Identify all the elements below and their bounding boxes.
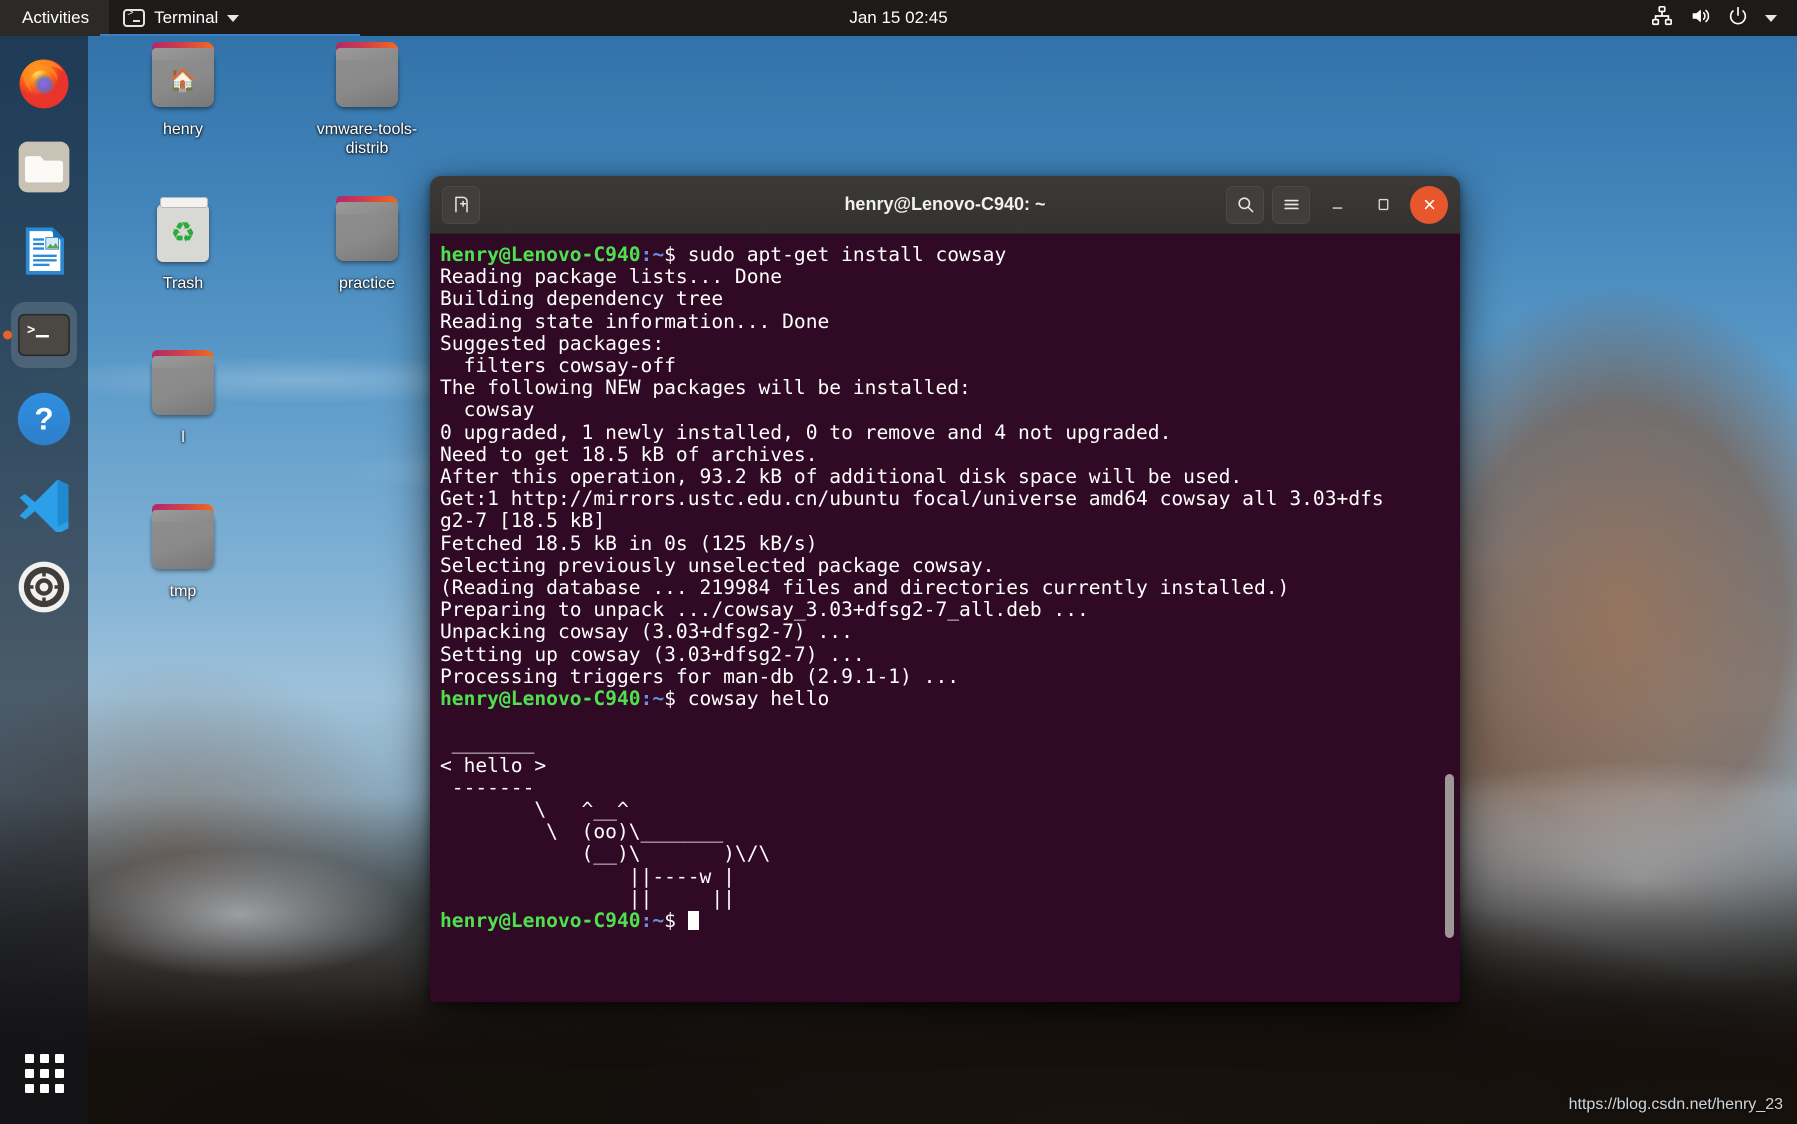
dock-item-help[interactable]: ? [11,386,77,452]
volume-icon[interactable] [1689,5,1711,32]
maximize-icon [1378,198,1388,211]
prompt-user-host: henry@Lenovo-C940 [440,243,641,266]
desktop-icon-trash[interactable]: ♻ Trash [124,196,242,293]
desktop-icon-vmware-tools-distrib[interactable]: vmware-tools-distrib [308,42,426,158]
desktop-icon-label: tmp [169,583,197,600]
terminal-scrollbar-track[interactable] [1442,234,1458,1002]
desktop-icon-l[interactable]: l [124,350,242,447]
top-panel: Activities Terminal Jan 15 02:45 [0,0,1797,36]
activities-button[interactable]: Activities [0,0,110,36]
search-icon [1237,197,1253,213]
svg-text:?: ? [34,401,53,437]
desktop-icon-henry[interactable]: 🏠 henry [124,42,242,139]
firefox-icon [19,59,69,109]
desktop-icon-label: henry [162,121,204,138]
folder-icon [308,196,426,270]
menu-button[interactable] [1272,185,1310,224]
app-grid-icon [24,1053,64,1093]
gear-icon [18,561,70,613]
svg-text:>: > [27,322,35,338]
minimize-button[interactable] [1318,186,1356,224]
minimize-icon [1332,207,1342,209]
desktop-icon-label: Trash [162,275,204,292]
terminal-body[interactable]: henry@Lenovo-C940:~$ sudo apt-get instal… [430,234,1460,1002]
desktop-icon-label: practice [338,275,396,292]
dock-item-libreoffice-writer[interactable] [11,218,77,284]
system-tray[interactable] [1641,0,1787,36]
desktop-icon-tmp[interactable]: tmp [124,504,242,601]
prompt-sigil: $ [664,909,688,933]
chevron-down-icon[interactable] [1765,14,1777,22]
dock: > ? [0,36,88,1124]
terminal-output: henry@Lenovo-C940:~$ sudo apt-get instal… [440,243,1460,933]
terminal-icon [123,8,146,27]
app-indicator-label: Terminal [154,8,219,27]
power-icon[interactable] [1727,5,1749,32]
hamburger-menu-icon [1283,199,1299,210]
terminal-command-2: cowsay hello [687,687,830,711]
close-button[interactable] [1410,185,1448,224]
maximize-button[interactable] [1364,186,1402,224]
dock-item-terminal[interactable]: > [11,302,77,368]
clock[interactable]: Jan 15 02:45 [769,0,1029,36]
home-glyph: 🏠 [169,67,197,93]
terminal-cursor [687,911,699,931]
prompt-path: :~ [640,909,665,933]
terminal-window[interactable]: henry@Lenovo-C940: ~ henry@Lenovo-C940:~… [430,176,1460,1002]
new-tab-icon [454,196,468,213]
prompt-user-host: henry@Lenovo-C940 [440,687,641,711]
show-applications-button[interactable] [11,1040,77,1106]
folder-icon [124,504,242,578]
home-folder-icon: 🏠 [124,42,242,116]
prompt-user-host: henry@Lenovo-C940 [440,909,641,933]
activities-label: Activities [22,8,90,27]
network-icon[interactable] [1651,5,1673,32]
panel-focus-underline [100,34,360,36]
titlebar-buttons [1226,185,1448,224]
new-tab-button[interactable] [442,185,480,224]
app-indicator-terminal[interactable]: Terminal [109,0,253,36]
help-icon: ? [17,392,71,446]
terminal-scrollbar-thumb[interactable] [1445,774,1454,938]
dock-item-settings[interactable] [11,554,77,620]
chevron-down-icon [227,14,240,22]
terminal-icon: > [18,313,70,357]
search-button[interactable] [1226,185,1264,224]
desktop-icon-label: l [181,429,185,446]
dock-item-firefox[interactable] [11,50,77,116]
folder-icon [308,42,426,116]
desktop-icon-label: vmware-tools-distrib [316,121,418,157]
terminal-output-block-1: Reading package lists... Done Building d… [440,265,1384,688]
prompt-sigil: $ [664,243,688,266]
desktop: Activities Terminal Jan 15 02:45 [0,0,1797,1124]
dock-item-vscode[interactable] [11,470,77,536]
prompt-path: :~ [640,687,665,711]
terminal-titlebar[interactable]: henry@Lenovo-C940: ~ [430,176,1460,234]
vscode-icon [19,479,69,532]
desktop-icon-practice[interactable]: practice [308,196,426,293]
folder-icon [124,350,242,424]
terminal-command-1: sudo apt-get install cowsay [687,243,1007,266]
files-icon [18,141,70,193]
terminal-output-block-2: _______ < hello > ------- \ ^__^ \ (oo)\… [440,731,771,910]
watermark: https://blog.csdn.net/henry_23 [1568,1096,1783,1113]
recycle-glyph: ♻ [170,217,196,248]
close-icon [1424,199,1434,210]
prompt-path: :~ [640,243,665,266]
dock-item-files[interactable] [11,134,77,200]
trash-icon: ♻ [124,196,242,270]
libreoffice-writer-icon [25,227,64,275]
prompt-sigil: $ [664,687,688,711]
